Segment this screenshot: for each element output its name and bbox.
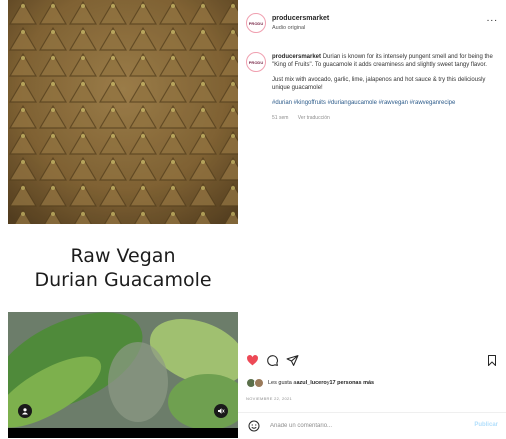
caption-avatar[interactable]: PRODU xyxy=(246,52,266,72)
caption-username[interactable]: producersmarket xyxy=(272,54,321,60)
likes-summary: Les gusta a azul_lucero y 17 personas má… xyxy=(246,378,374,388)
comment-bar: Publicar xyxy=(238,412,506,439)
heart-icon[interactable] xyxy=(246,354,259,367)
time-ago: 51 sem xyxy=(272,115,289,121)
post-details-panel: PRODU producersmarket Audio original ...… xyxy=(238,0,506,438)
publish-button[interactable]: Publicar xyxy=(474,422,498,428)
post-actions xyxy=(246,354,498,368)
post-header: PRODU producersmarket Audio original ... xyxy=(238,0,506,42)
bookmark-icon[interactable] xyxy=(486,354,498,367)
caption-hashtags[interactable]: #durian #kingoffruits #duriangaucamole #… xyxy=(272,99,498,107)
liker-username[interactable]: azul_lucero xyxy=(296,380,326,386)
caption-text-2: Just mix with avocado, garlic, lime, jal… xyxy=(272,77,486,91)
liker-avatar xyxy=(254,378,264,388)
post-media[interactable]: Raw Vegan Durian Guacamole xyxy=(8,0,238,438)
comment-icon[interactable] xyxy=(266,354,279,367)
user-tag-icon[interactable] xyxy=(18,404,32,418)
mute-icon[interactable] xyxy=(214,404,228,418)
avocado-leaves-photo xyxy=(8,312,238,428)
caption-meta: 51 sem Ver traducción xyxy=(272,114,498,122)
emoji-icon[interactable] xyxy=(248,420,260,432)
recipe-title-line-1: Raw Vegan xyxy=(70,245,176,267)
likes-prefix: Les gusta a xyxy=(268,380,297,386)
durian-photo xyxy=(8,0,238,224)
recipe-title-card: Raw Vegan Durian Guacamole xyxy=(8,224,238,312)
post-caption: producersmarket Durian is known for its … xyxy=(272,53,498,122)
comment-input[interactable] xyxy=(268,419,452,433)
header-username[interactable]: producersmarket xyxy=(272,15,329,22)
see-translation-link[interactable]: Ver traducción xyxy=(298,115,330,121)
post-date: NOVIEMBRE 22, 2021 xyxy=(246,396,293,401)
media-bottom-bar xyxy=(8,428,238,438)
more-options-icon[interactable]: ... xyxy=(487,13,498,24)
share-icon[interactable] xyxy=(286,354,299,367)
avatar[interactable]: PRODU xyxy=(246,13,266,33)
audio-label[interactable]: Audio original xyxy=(272,25,305,31)
recipe-title-line-2: Durian Guacamole xyxy=(34,269,212,291)
likes-others-link[interactable]: 17 personas más xyxy=(329,380,374,386)
